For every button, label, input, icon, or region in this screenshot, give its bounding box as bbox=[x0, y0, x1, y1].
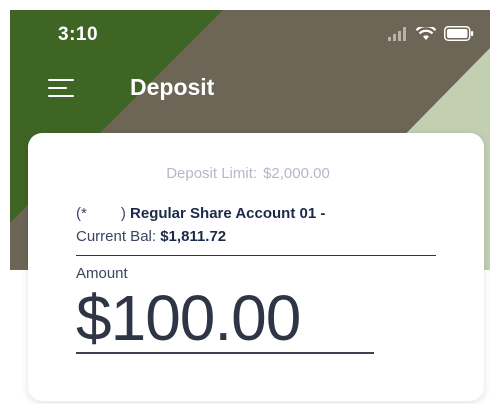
amount-label: Amount bbox=[76, 265, 128, 282]
hamburger-menu-icon bbox=[48, 79, 74, 81]
account-selector[interactable]: (*) Regular Share Account 01 - bbox=[76, 205, 325, 222]
page-title: Deposit bbox=[130, 74, 215, 100]
deposit-card: Deposit Limit: $2,000.00 (*) Regular Shar… bbox=[28, 133, 484, 401]
current-balance: Current Bal: $1,811.72 bbox=[76, 228, 226, 245]
status-icons bbox=[388, 26, 474, 41]
account-close-paren: ) bbox=[120, 205, 126, 222]
deposit-limit: Deposit Limit: $2,000.00 bbox=[28, 165, 468, 182]
amount-underline bbox=[76, 352, 374, 354]
account-open-paren: (* bbox=[76, 205, 87, 222]
wifi-icon bbox=[416, 26, 436, 40]
battery-icon bbox=[444, 26, 474, 41]
amount-input[interactable]: $100.00 bbox=[76, 284, 376, 352]
signal-icon bbox=[388, 26, 406, 41]
account-name: Regular Share Account 01 - bbox=[130, 205, 326, 222]
current-balance-value: $1,811.72 bbox=[160, 228, 227, 245]
account-divider bbox=[76, 255, 436, 256]
current-balance-label: Current Bal: bbox=[76, 228, 157, 245]
menu-button[interactable] bbox=[48, 76, 78, 100]
deposit-limit-label: Deposit Limit: bbox=[166, 165, 258, 182]
deposit-limit-value: $2,000.00 bbox=[263, 165, 330, 182]
status-time: 3:10 bbox=[58, 24, 99, 45]
